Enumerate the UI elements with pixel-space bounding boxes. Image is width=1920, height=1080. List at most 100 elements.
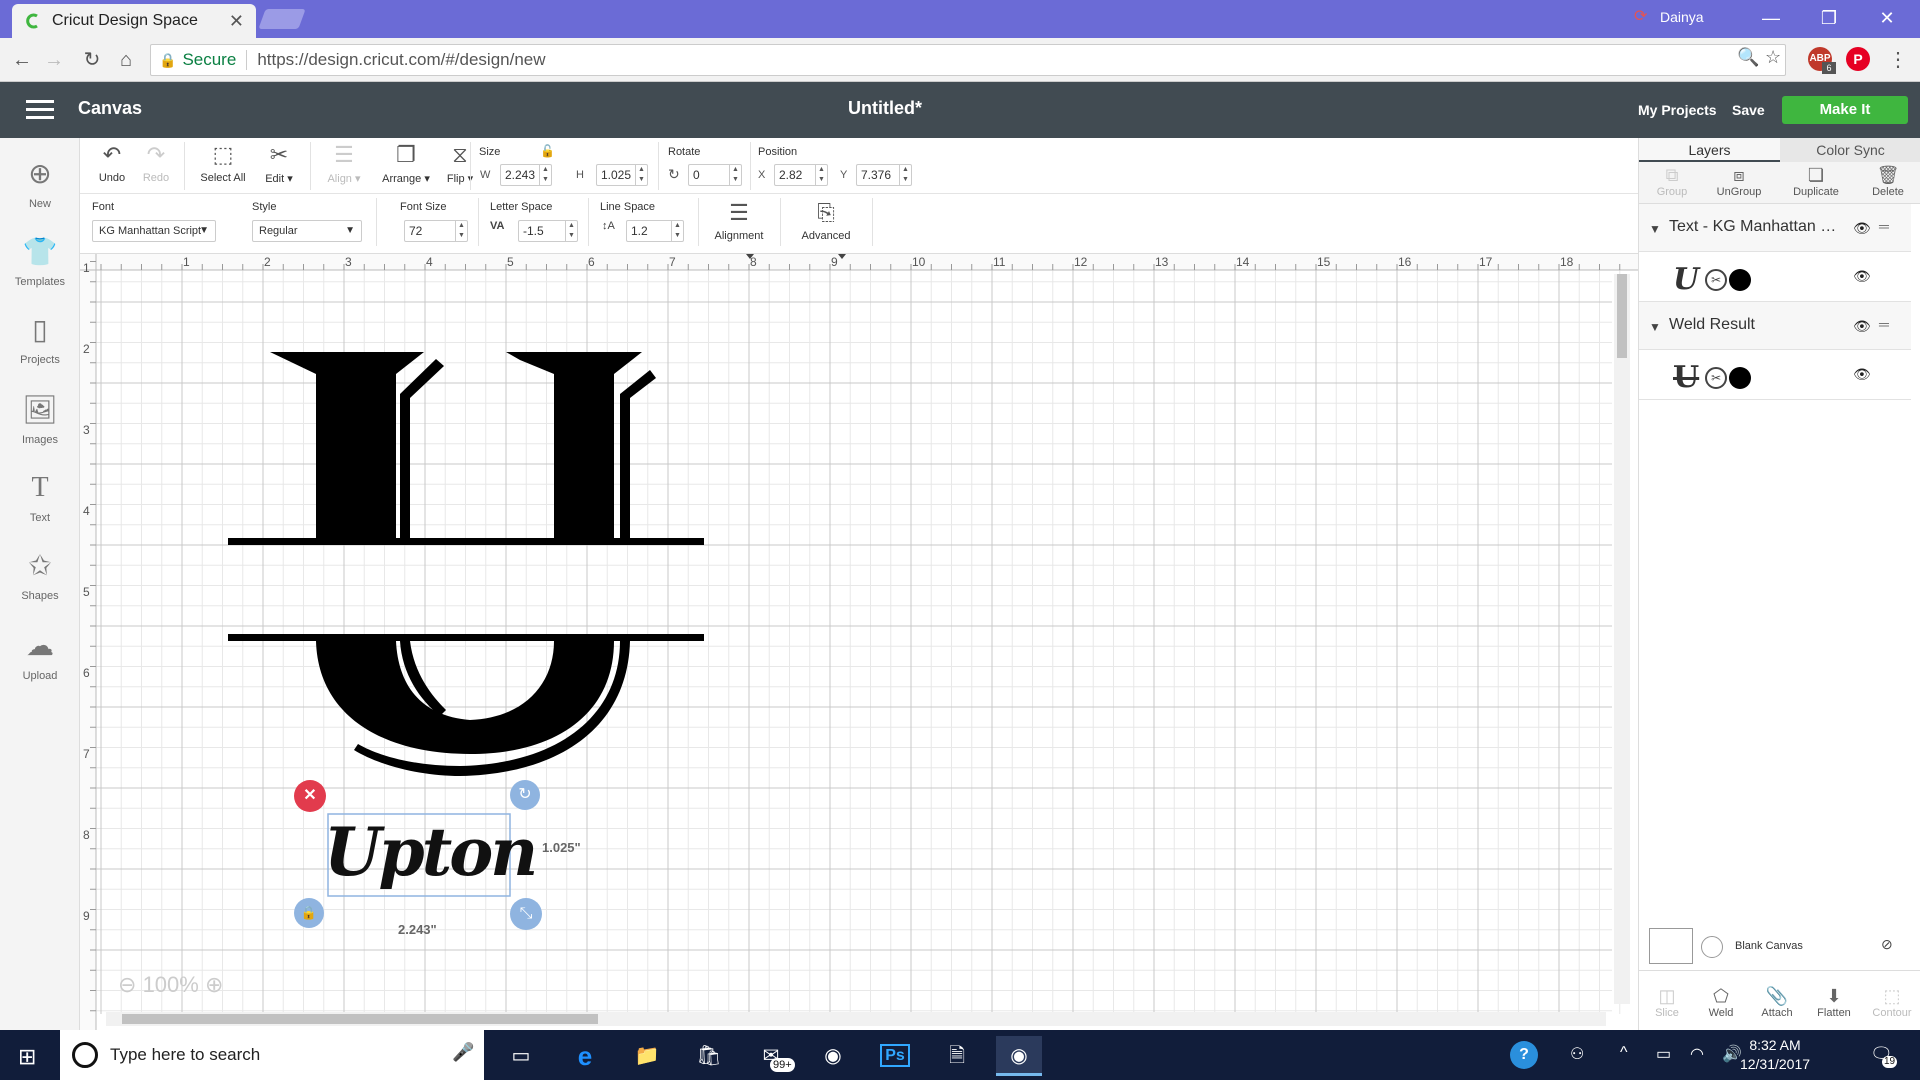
undo-button[interactable]: ↶ Undo (92, 140, 132, 184)
y-position-input[interactable]: 7.376 ▲ ▼ (856, 164, 912, 186)
font-size-stepper-icon[interactable]: ▲ ▼ (455, 221, 467, 241)
eye-icon[interactable]: 👁 (1853, 268, 1871, 285)
system-clock[interactable]: 8:32 AM 12/31/2017 (1730, 1036, 1820, 1074)
layer-color-swatch[interactable] (1729, 366, 1752, 389)
sidebar-item-new[interactable]: ⊕ New (0, 156, 80, 210)
zoom-icon[interactable]: 🔍 (1737, 47, 1759, 68)
chevron-up-icon[interactable]: ^ (1620, 1044, 1628, 1062)
close-window-icon[interactable]: ✕ (1864, 4, 1910, 32)
vertical-scrollbar[interactable] (1614, 274, 1630, 1004)
alignment-button[interactable]: ☰ Alignment (704, 198, 774, 242)
style-dropdown[interactable]: Regular ▼ (252, 220, 362, 242)
select-all-button[interactable]: ⬚ Select All (190, 140, 256, 184)
taskbar-search[interactable]: Type here to search 🎤 (60, 1030, 484, 1080)
sidebar-item-shapes[interactable]: ✩ Shapes (0, 548, 80, 602)
eye-icon[interactable]: 👁 (1853, 366, 1871, 383)
y-stepper-icon[interactable]: ▲ ▼ (899, 165, 911, 185)
notification-icon[interactable]: 🗨 19 (1870, 1044, 1898, 1068)
my-projects-link[interactable]: My Projects (1638, 102, 1717, 118)
eye-icon[interactable]: 👁 (1853, 318, 1871, 335)
text-object-upton[interactable]: Upton (324, 802, 538, 902)
scrollbar-thumb[interactable] (122, 1014, 598, 1024)
back-icon[interactable]: ← (8, 46, 36, 74)
zoom-in-icon[interactable]: ⊕ (205, 972, 223, 997)
canvas-color-picker[interactable] (1701, 936, 1723, 958)
contour-button[interactable]: ⬚ Contour (1867, 985, 1917, 1019)
minimize-icon[interactable]: — (1748, 4, 1794, 32)
home-icon[interactable]: ⌂ (112, 46, 140, 74)
sidebar-item-images[interactable]: 🖼 Images (0, 392, 80, 446)
delete-button[interactable]: 🗑 Delete (1861, 164, 1915, 198)
make-it-button[interactable]: Make It (1782, 96, 1908, 124)
cut-operation-icon[interactable]: ✂ (1705, 366, 1728, 389)
scrollbar-thumb[interactable] (1617, 274, 1627, 358)
forward-icon[interactable]: → (40, 46, 68, 74)
photoshop-icon[interactable]: Ps (872, 1036, 918, 1076)
letter-space-input[interactable]: -1.5 ▲ ▼ (518, 220, 578, 242)
edge-icon[interactable]: e (562, 1036, 608, 1076)
height-stepper-icon[interactable]: ▲ ▼ (635, 165, 647, 185)
reload-icon[interactable]: ↻ (78, 46, 106, 74)
cut-operation-icon[interactable]: ✂ (1705, 268, 1728, 291)
zoom-control[interactable]: ⊖ 100% ⊕ (118, 972, 223, 998)
ungroup-button[interactable]: ⧈ UnGroup (1709, 164, 1769, 198)
layer-group-text[interactable]: ▼ Text - KG Manhattan Script 👁 ═ (1639, 204, 1911, 252)
zoom-out-icon[interactable]: ⊖ (118, 972, 136, 997)
tab-color-sync[interactable]: Color Sync (1780, 138, 1920, 162)
bookmark-star-icon[interactable]: ☆ (1765, 47, 1781, 68)
flatten-button[interactable]: ⬇ Flatten (1811, 985, 1857, 1019)
rotate-handle[interactable]: ↻ (510, 780, 540, 810)
help-icon[interactable]: ? (1510, 1041, 1538, 1069)
eye-icon[interactable]: 👁 (1853, 220, 1871, 237)
new-tab-button[interactable] (258, 9, 306, 29)
drag-handle-icon[interactable]: ═ (1879, 316, 1889, 332)
sidebar-item-text[interactable]: T Text (0, 470, 80, 524)
collapse-triangle-icon[interactable]: ▼ (1649, 320, 1661, 334)
drag-handle-icon[interactable]: ═ (1879, 218, 1889, 234)
address-bar[interactable]: 🔒 Secure https://design.cricut.com/#/des… (150, 44, 1786, 76)
layer-group-weld[interactable]: ▼ Weld Result 👁 ═ (1639, 302, 1911, 350)
layer-color-swatch[interactable] (1729, 268, 1752, 291)
browser-tab[interactable]: Cricut Design Space ✕ (12, 4, 256, 38)
flip-button[interactable]: ⧖ Flip ▾ (438, 140, 482, 185)
x-stepper-icon[interactable]: ▲ ▼ (815, 165, 827, 185)
letter-space-stepper-icon[interactable]: ▲ ▼ (565, 221, 577, 241)
rotate-stepper-icon[interactable]: ▲ ▼ (729, 165, 741, 185)
tab-close-icon[interactable]: ✕ (229, 11, 244, 32)
width-stepper-icon[interactable]: ▲ ▼ (539, 165, 551, 185)
design-canvas[interactable]: 1 2 3 4 5 6 7 8 9 10 11 12 13 14 15 16 17 18 123456789 Up… (80, 254, 1638, 1030)
redo-button[interactable]: ↷ Redo (136, 140, 176, 184)
pinterest-extension-icon[interactable]: P (1846, 47, 1870, 71)
align-button[interactable]: ☰ Align ▾ (314, 140, 374, 185)
eye-hidden-icon[interactable]: ⊘ (1881, 936, 1893, 953)
sidebar-item-templates[interactable]: 👕 Templates (0, 234, 80, 288)
lock-handle[interactable]: 🔒 (294, 898, 324, 928)
sidebar-item-projects[interactable]: ▯ Projects (0, 312, 80, 366)
edit-button[interactable]: ✂ Edit ▾ (256, 140, 302, 185)
windows-start-icon[interactable]: ⊞ (18, 1044, 36, 1070)
x-position-input[interactable]: 2.82 ▲ ▼ (774, 164, 828, 186)
lock-aspect-icon[interactable]: 🔓 (540, 144, 555, 158)
chrome-active-icon[interactable]: ◉ (996, 1036, 1042, 1076)
arrange-button[interactable]: ❐ Arrange ▾ (378, 140, 434, 185)
layer-item-text[interactable]: U ✂ 👁 (1639, 252, 1911, 302)
duplicate-button[interactable]: ❏ Duplicate (1781, 164, 1851, 198)
slice-button[interactable]: ◫ Slice (1647, 985, 1687, 1019)
wifi-icon[interactable]: ◠ (1690, 1044, 1704, 1064)
horizontal-scrollbar[interactable] (106, 1012, 1606, 1026)
document-app-icon[interactable]: 🗎 (934, 1036, 980, 1076)
width-input[interactable]: 2.243 ▲ ▼ (500, 164, 552, 186)
restore-icon[interactable]: ❐ (1806, 4, 1852, 32)
chrome-app-icon[interactable]: ◉ (810, 1036, 856, 1076)
task-view-icon[interactable]: ▭ (498, 1036, 544, 1076)
user-profile-icon[interactable]: ⟳ (1634, 6, 1647, 26)
battery-icon[interactable]: ▭ (1656, 1044, 1671, 1064)
line-space-stepper-icon[interactable]: ▲ ▼ (671, 221, 683, 241)
height-input[interactable]: 1.025 ▲ ▼ (596, 164, 648, 186)
url-text[interactable]: https://design.cricut.com/#/design/new (257, 50, 545, 70)
mail-icon[interactable]: ✉ 99+ (748, 1036, 795, 1076)
line-space-input[interactable]: 1.2 ▲ ▼ (626, 220, 684, 242)
delete-handle[interactable]: ✕ (294, 780, 326, 812)
font-dropdown[interactable]: KG Manhattan Script ▼ (92, 220, 216, 242)
group-button[interactable]: ⧉ Group (1647, 164, 1697, 198)
